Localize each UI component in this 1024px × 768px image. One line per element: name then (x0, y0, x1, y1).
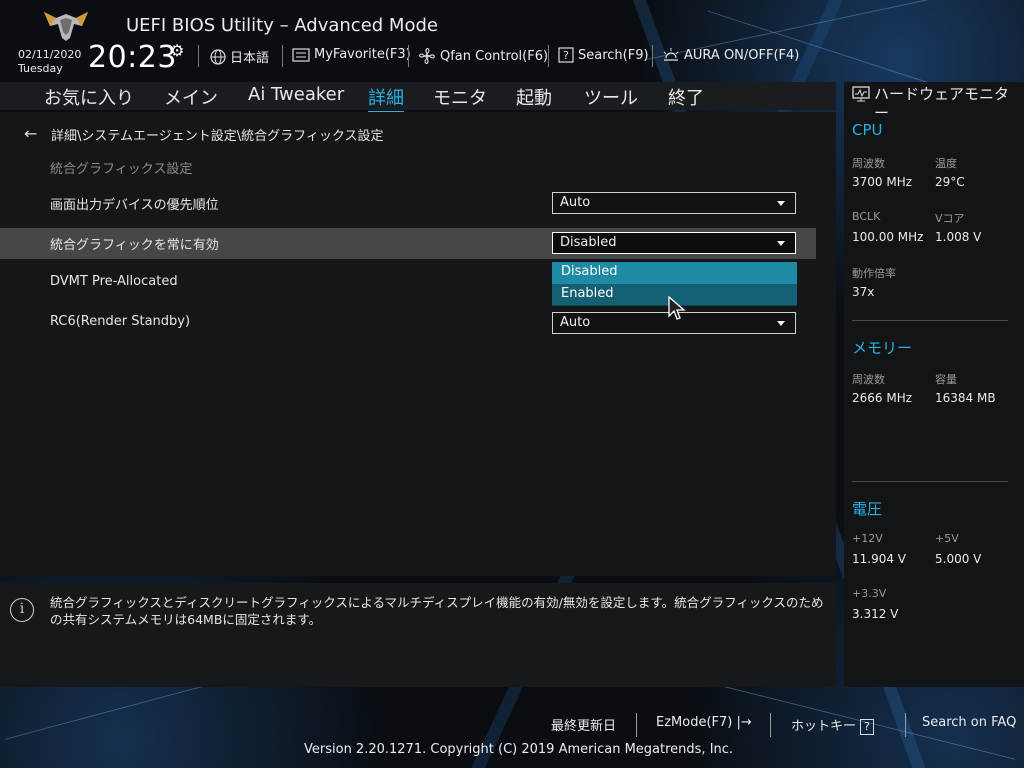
app-title: UEFI BIOS Utility – Advanced Mode (126, 15, 438, 36)
chevron-down-icon (777, 321, 785, 326)
back-arrow-icon[interactable]: ← (24, 124, 37, 143)
header-divider (652, 45, 653, 67)
gear-icon[interactable]: ⚙ (170, 41, 184, 60)
aura-toggle-button[interactable]: AURA ON/OFF(F4) (662, 47, 799, 63)
date-display: 02/11/2020 Tuesday (18, 48, 81, 76)
header-divider (408, 45, 409, 67)
hardware-monitor-title: ハードウェアモニター (874, 85, 1010, 122)
ezmode-label: EzMode(F7) (656, 715, 733, 730)
clock-time: 20:23 (88, 40, 177, 75)
date-text: 02/11/2020 (18, 48, 82, 61)
tab-boot[interactable]: 起動 (516, 84, 552, 110)
day-text: Tuesday (18, 62, 63, 75)
search-help-icon: ? (558, 47, 574, 63)
favorite-list-icon (292, 47, 310, 62)
footer-divider (905, 713, 906, 737)
tab-ai-tweaker[interactable]: Ai Tweaker (248, 84, 344, 105)
help-description: 統合グラフィックスとディスクリートグラフィックスによるマルチディスプレイ機能の有… (50, 595, 824, 627)
header-divider (548, 45, 549, 67)
main-nav-bar: お気に入り メイン Ai Tweaker 詳細 モニタ 起動 ツール 終了 (0, 82, 836, 113)
ratio-label: 動作倍率 (852, 267, 896, 280)
display-priority-select[interactable]: Auto (552, 192, 796, 214)
setting-label-rc6: RC6(Render Standby) (50, 314, 191, 329)
version-text: Version 2.20.1271. Copyright (C) 2019 Am… (304, 742, 734, 757)
chevron-down-icon (777, 201, 785, 206)
cpu-section-title: CPU (852, 121, 883, 139)
mouse-cursor-icon (668, 296, 686, 320)
vcore-label: Vコア (935, 212, 965, 225)
footer-divider (770, 713, 771, 737)
aura-light-icon (663, 48, 679, 61)
setting-label-display-priority: 画面出力デバイスの優先順位 (50, 198, 219, 213)
tab-tool[interactable]: ツール (584, 84, 638, 110)
v12-value: 11.904 V (852, 552, 907, 566)
settings-panel (0, 112, 836, 576)
option-label: Enabled (561, 286, 614, 301)
bclk-label: BCLK (852, 210, 881, 223)
mem-capacity-value: 16384 MB (935, 391, 996, 405)
memory-section-title: メモリー (852, 339, 913, 357)
info-icon: i (10, 598, 34, 622)
search-faq-button[interactable]: Search on FAQ (922, 715, 1016, 730)
v5-label: +5V (935, 532, 959, 545)
select-value: Auto (560, 195, 591, 210)
v5-value: 5.000 V (935, 552, 982, 566)
igpu-multi-monitor-select[interactable]: Disabled (552, 232, 796, 254)
setting-label-igpu-multi-monitor: 統合グラフィックを常に有効 (50, 238, 219, 253)
exit-arrow-icon: |→ (736, 715, 752, 730)
chevron-down-icon (777, 241, 785, 246)
tab-exit[interactable]: 終了 (668, 84, 704, 110)
search-label: Search(F9) (578, 47, 649, 63)
mem-capacity-label: 容量 (935, 373, 957, 386)
v33-label: +3.3V (852, 587, 887, 600)
tab-main[interactable]: メイン (164, 84, 218, 110)
ratio-value: 37x (852, 285, 875, 299)
monitor-icon (852, 86, 870, 106)
dropdown-option-disabled[interactable]: Disabled (552, 262, 797, 284)
v12-label: +12V (852, 532, 883, 545)
hotkeys-button[interactable]: ホットキー? (791, 715, 874, 735)
vcore-value: 1.008 V (935, 230, 982, 244)
aura-label: AURA ON/OFF(F4) (684, 47, 800, 63)
language-label: 日本語 (230, 51, 270, 66)
v33-value: 3.312 V (852, 607, 899, 621)
ezmode-button[interactable]: EzMode(F7) |→ (656, 715, 752, 730)
section-divider (852, 320, 1008, 321)
cpu-temp-value: 29°C (935, 175, 965, 189)
tab-advanced[interactable]: 詳細 (368, 84, 404, 113)
tab-favorites[interactable]: お気に入り (44, 84, 134, 110)
fan-icon (419, 48, 435, 64)
last-modified-button[interactable]: 最終更新日 (551, 715, 616, 734)
header-divider (198, 45, 199, 67)
select-value: Auto (560, 315, 591, 330)
setting-label-dvmt: DVMT Pre-Allocated (50, 274, 178, 289)
section-title: 統合グラフィックス設定 (50, 162, 193, 177)
help-key-icon: ? (860, 719, 874, 735)
language-button[interactable]: 日本語 (210, 47, 269, 66)
footer-divider (636, 713, 637, 737)
tab-monitor[interactable]: モニタ (433, 84, 487, 110)
tuf-logo (44, 12, 88, 41)
select-value: Disabled (560, 235, 617, 250)
section-divider (852, 481, 1008, 482)
mem-freq-label: 周波数 (852, 373, 885, 386)
option-label: Disabled (561, 264, 618, 279)
cpu-freq-value: 3700 MHz (852, 175, 913, 189)
hotkeys-label: ホットキー (791, 719, 857, 734)
cpu-temp-label: 温度 (935, 157, 957, 170)
header-divider (282, 45, 283, 67)
breadcrumb: 詳細\システムエージェント設定\統合グラフィックス設定 (51, 129, 384, 144)
myfavorite-label: MyFavorite(F3) (314, 47, 411, 62)
globe-icon (210, 48, 226, 65)
qfan-control-button[interactable]: Qfan Control(F6) (418, 47, 548, 65)
svg-text:?: ? (563, 49, 569, 62)
mem-freq-value: 2666 MHz (852, 391, 913, 405)
bclk-value: 100.00 MHz (852, 230, 924, 244)
qfan-control-label: Qfan Control(F6) (440, 48, 549, 64)
search-button[interactable]: ? Search(F9) (558, 47, 649, 63)
myfavorite-button[interactable]: MyFavorite(F3) (292, 47, 411, 62)
cpu-freq-label: 周波数 (852, 157, 885, 170)
voltage-section-title: 電圧 (852, 500, 883, 518)
